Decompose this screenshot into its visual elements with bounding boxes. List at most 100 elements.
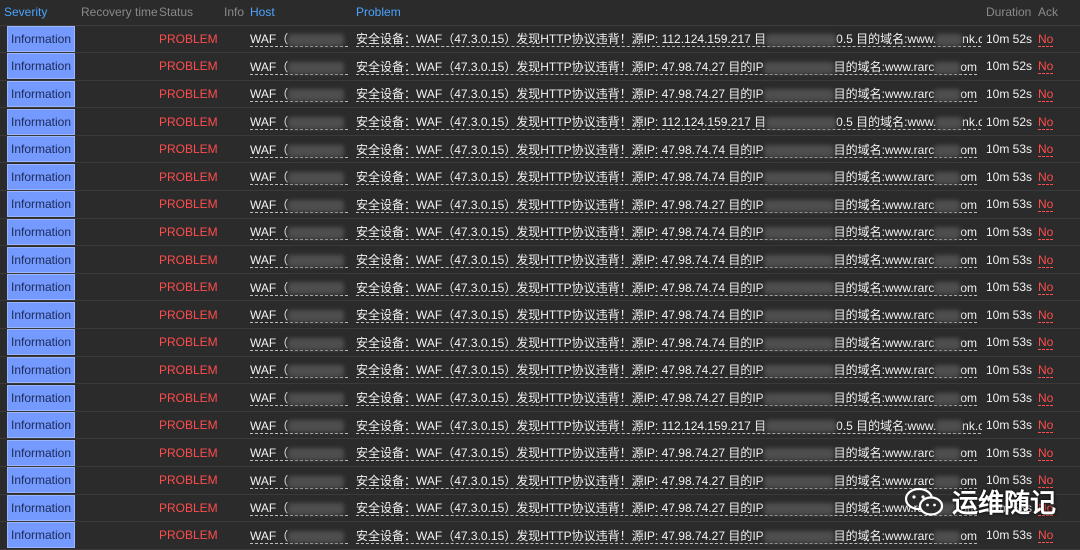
severity-badge[interactable]: Information xyxy=(7,356,75,383)
redacted-dest-ip xyxy=(763,392,834,405)
host-link[interactable]: WAF（ xyxy=(250,335,348,351)
status-cell: PROBLEM xyxy=(155,356,220,385)
host-link[interactable]: WAF（ xyxy=(250,253,348,269)
severity-badge[interactable]: Information xyxy=(7,384,75,411)
severity-badge[interactable]: Information xyxy=(7,136,75,162)
host-link[interactable]: WAF（ xyxy=(250,473,348,489)
redacted-host-ip xyxy=(288,392,345,405)
info-cell xyxy=(220,383,246,412)
severity-badge[interactable]: Information xyxy=(7,25,75,52)
host-link[interactable]: WAF（ xyxy=(250,225,348,241)
severity-badge[interactable]: Information xyxy=(7,53,75,80)
column-header-problem[interactable]: Problem xyxy=(352,0,982,26)
ack-link[interactable]: No xyxy=(1038,86,1054,102)
host-link[interactable]: WAF（ xyxy=(250,446,348,462)
ack-link[interactable]: No xyxy=(1038,473,1054,489)
status-cell: PROBLEM xyxy=(155,300,220,330)
host-link[interactable]: WAF（ xyxy=(250,308,348,324)
severity-badge[interactable]: Information xyxy=(7,467,75,494)
severity-badge[interactable]: Information xyxy=(7,108,75,135)
host-link[interactable]: WAF（ xyxy=(250,115,348,131)
ack-link[interactable]: No xyxy=(1038,59,1054,75)
problem-link[interactable]: 安全设备：WAF（47.3.0.15）发现HTTP协议违背！源IP: 47.98… xyxy=(356,363,978,379)
ack-link[interactable]: No xyxy=(1038,142,1054,158)
column-header-host[interactable]: Host xyxy=(246,0,352,26)
severity-badge[interactable]: Information xyxy=(7,191,75,218)
severity-badge[interactable]: Information xyxy=(7,163,75,190)
status-cell: PROBLEM xyxy=(155,80,220,109)
ack-link[interactable]: No xyxy=(1038,224,1054,240)
problem-link[interactable]: 安全设备：WAF（47.3.0.15）发现HTTP协议违背！源IP: 112.1… xyxy=(356,115,982,131)
host-link[interactable]: WAF（ xyxy=(250,528,348,544)
ack-link[interactable]: No xyxy=(1038,31,1054,47)
problem-link[interactable]: 安全设备：WAF（47.3.0.15）发现HTTP协议违背！源IP: 112.1… xyxy=(356,32,982,48)
problem-link[interactable]: 安全设备：WAF（47.3.0.15）发现HTTP协议违背！源IP: 47.98… xyxy=(356,473,978,489)
problem-link[interactable]: 安全设备：WAF（47.3.0.15）发现HTTP协议违背！源IP: 47.98… xyxy=(356,391,978,407)
severity-badge[interactable]: Information xyxy=(7,329,75,356)
host-link[interactable]: WAF（ xyxy=(250,280,348,296)
ack-link[interactable]: No xyxy=(1038,445,1054,461)
recovery-time-cell xyxy=(77,521,155,550)
host-link[interactable]: WAF（ xyxy=(250,501,348,517)
recovery-time-cell xyxy=(77,135,155,164)
ack-link[interactable]: No xyxy=(1038,528,1054,544)
redacted-domain xyxy=(934,254,961,267)
host-link[interactable]: WAF（ xyxy=(250,32,348,48)
problem-link[interactable]: 安全设备：WAF（47.3.0.15）发现HTTP协议违背！源IP: 47.98… xyxy=(356,142,978,158)
problem-link[interactable]: 安全设备：WAF（47.3.0.15）发现HTTP协议违背！源IP: 47.98… xyxy=(356,87,978,103)
ack-link[interactable]: No xyxy=(1038,390,1054,406)
severity-badge[interactable]: Information xyxy=(7,301,75,328)
problem-link[interactable]: 安全设备：WAF（47.3.0.15）发现HTTP协议违背！源IP: 47.98… xyxy=(356,253,978,269)
recovery-time-cell xyxy=(77,383,155,412)
host-link[interactable]: WAF（ xyxy=(250,59,348,75)
severity-badge[interactable]: Information xyxy=(7,439,75,466)
problem-link[interactable]: 安全设备：WAF（47.3.0.15）发现HTTP协议违背！源IP: 47.98… xyxy=(356,225,978,241)
problem-link[interactable]: 安全设备：WAF（47.3.0.15）发现HTTP协议违背！源IP: 112.1… xyxy=(356,418,982,434)
severity-badge[interactable]: Information xyxy=(7,274,75,300)
host-link[interactable]: WAF（ xyxy=(250,197,348,213)
redacted-host-ip xyxy=(288,254,345,267)
ack-link[interactable]: No xyxy=(1038,500,1054,516)
redacted-domain xyxy=(934,530,961,543)
severity-badge[interactable]: Information xyxy=(7,522,75,549)
recovery-time-cell xyxy=(77,25,155,54)
problem-link[interactable]: 安全设备：WAF（47.3.0.15）发现HTTP协议违背！源IP: 47.98… xyxy=(356,335,978,351)
ack-link[interactable]: No xyxy=(1038,362,1054,378)
severity-badge[interactable]: Information xyxy=(7,412,75,438)
host-link[interactable]: WAF（ xyxy=(250,391,348,407)
severity-badge[interactable]: Information xyxy=(7,80,75,107)
host-link[interactable]: WAF（ xyxy=(250,142,348,158)
ack-link[interactable]: No xyxy=(1038,169,1054,185)
redacted-dest-ip xyxy=(766,420,837,433)
problem-link[interactable]: 安全设备：WAF（47.3.0.15）发现HTTP协议违背！源IP: 47.98… xyxy=(356,170,978,186)
column-header-severity[interactable]: Severity xyxy=(0,0,77,26)
problem-link[interactable]: 安全设备：WAF（47.3.0.15）发现HTTP协议违背！源IP: 47.98… xyxy=(356,528,978,544)
problem-link[interactable]: 安全设备：WAF（47.3.0.15）发现HTTP协议违背！源IP: 47.98… xyxy=(356,308,978,324)
problem-link[interactable]: 安全设备：WAF（47.3.0.15）发现HTTP协议违背！源IP: 47.98… xyxy=(356,197,978,213)
severity-badge[interactable]: Information xyxy=(7,246,75,273)
status-cell: PROBLEM xyxy=(155,494,220,523)
ack-link[interactable]: No xyxy=(1038,197,1054,213)
status-cell: PROBLEM xyxy=(155,411,220,440)
host-link[interactable]: WAF（ xyxy=(250,363,348,379)
host-link[interactable]: WAF（ xyxy=(250,170,348,186)
problem-link[interactable]: 安全设备：WAF（47.3.0.15）发现HTTP协议违背！源IP: 47.98… xyxy=(356,280,978,296)
severity-badge[interactable]: Information xyxy=(7,218,75,245)
severity-badge[interactable]: Information xyxy=(7,494,75,521)
problem-link[interactable]: 安全设备：WAF（47.3.0.15）发现HTTP协议违背！源IP: 47.98… xyxy=(356,59,978,75)
table-row: Information PROBLEM WAF（ 安全设备：WAF（47.3.0… xyxy=(0,80,1080,109)
ack-link[interactable]: No xyxy=(1038,280,1054,296)
info-cell xyxy=(220,328,246,357)
problem-link[interactable]: 安全设备：WAF（47.3.0.15）发现HTTP协议违背！源IP: 47.98… xyxy=(356,446,978,462)
ack-link[interactable]: No xyxy=(1038,335,1054,351)
ack-link[interactable]: No xyxy=(1038,418,1054,434)
ack-link[interactable]: No xyxy=(1038,307,1054,323)
ack-link[interactable]: No xyxy=(1038,114,1054,130)
info-cell xyxy=(220,162,246,192)
redacted-domain xyxy=(934,310,961,323)
host-link[interactable]: WAF（ xyxy=(250,418,348,434)
table-header-row: Severity Recovery time Status Info Host … xyxy=(0,0,1080,26)
ack-link[interactable]: No xyxy=(1038,252,1054,268)
problem-link[interactable]: 安全设备：WAF（47.3.0.15）发现HTTP协议违背！源IP: 47.98… xyxy=(356,501,978,517)
host-link[interactable]: WAF（ xyxy=(250,87,348,103)
